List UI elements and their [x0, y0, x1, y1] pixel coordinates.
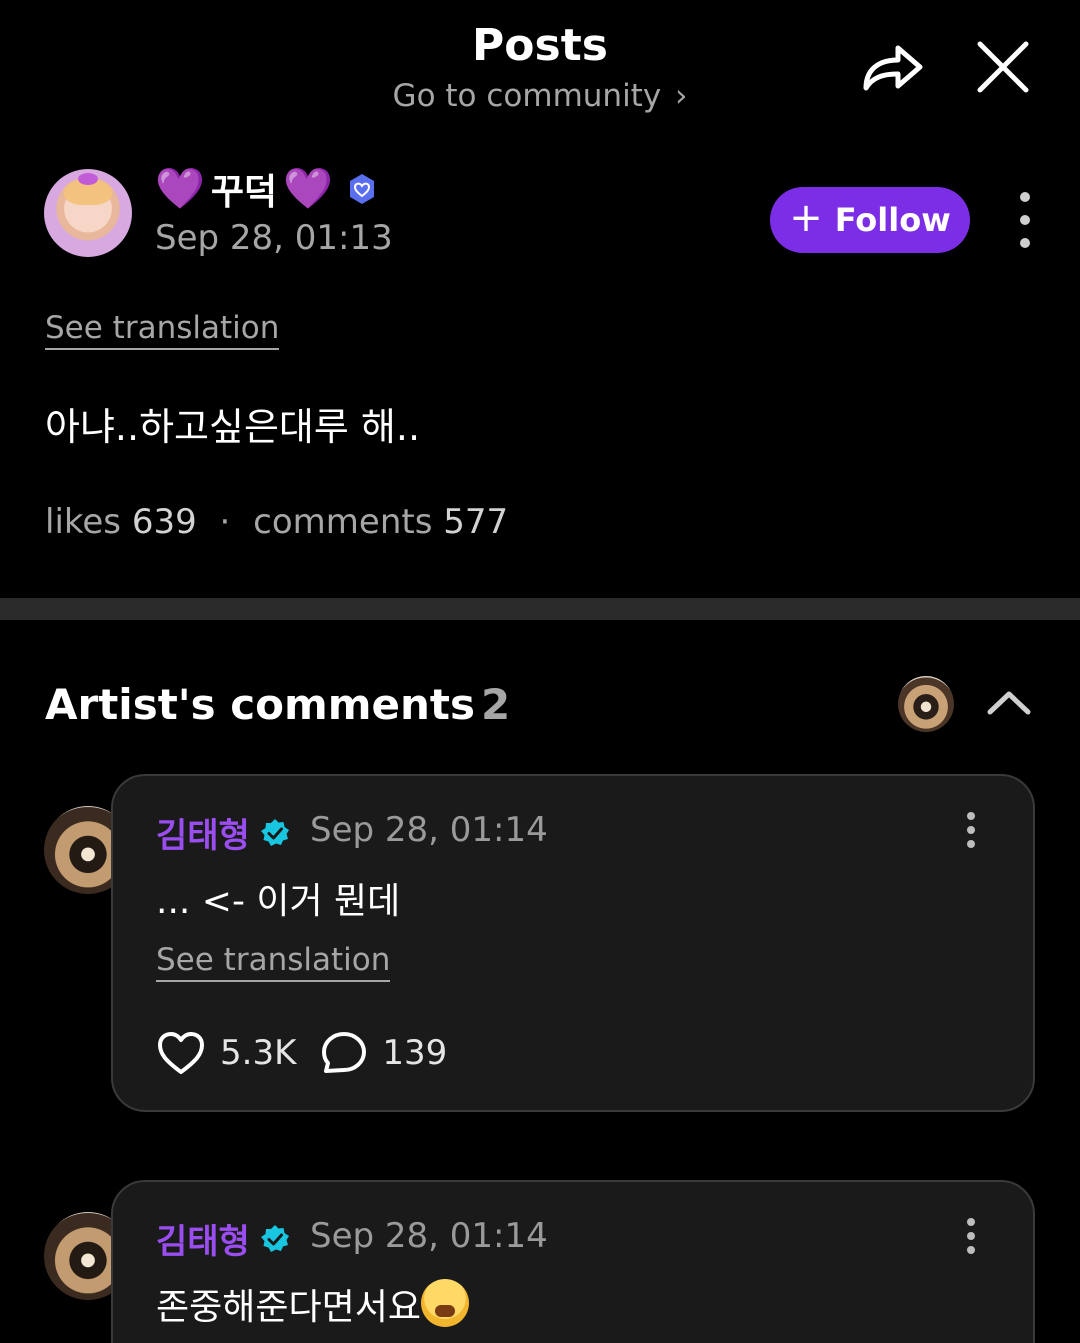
stats-separator: ·	[219, 502, 231, 542]
comment-text-content: 존중해준다면서요	[156, 1287, 421, 1328]
follow-button[interactable]: + Follow	[770, 187, 970, 253]
comment-text: ... <- 이거 뭔데	[156, 881, 401, 922]
comment-more-options-button[interactable]	[965, 812, 977, 848]
artist-mini-avatar	[898, 676, 954, 732]
heart-icon[interactable]	[156, 1030, 206, 1076]
comment-more-options-button[interactable]	[965, 1218, 977, 1254]
artist-comments-heading: Artist's comments 2	[45, 680, 510, 729]
post-stats: likes 639 · comments 577	[45, 502, 508, 542]
close-icon	[977, 41, 1029, 93]
more-dot	[1020, 215, 1030, 225]
post-more-options-button[interactable]	[1010, 192, 1040, 248]
post-timestamp: Sep 28, 01:13	[155, 218, 393, 258]
more-dot	[967, 1246, 975, 1254]
comment-author[interactable]: 김태형	[156, 808, 290, 857]
comment-actions: 5.3K 139	[156, 1030, 447, 1076]
see-translation-link[interactable]: See translation	[45, 310, 280, 350]
section-divider	[0, 598, 1080, 620]
comments-label: comments	[253, 502, 433, 542]
more-dot	[1020, 238, 1030, 248]
comment-author[interactable]: 김태형	[156, 1214, 290, 1263]
reply-bubble-icon[interactable]	[320, 1030, 368, 1076]
comment-text: 존중해준다면서요	[156, 1278, 469, 1330]
more-dot	[967, 840, 975, 848]
verified-check-icon	[260, 1224, 289, 1252]
artist-comment-card: 김태형 Sep 28, 01:14 존중해준다면서요	[111, 1180, 1035, 1343]
follow-label: Follow	[834, 201, 951, 239]
close-button[interactable]	[972, 36, 1034, 98]
verified-check-icon	[260, 818, 289, 846]
comment-timestamp: Sep 28, 01:14	[310, 810, 548, 850]
verified-heart-badge-icon	[349, 174, 374, 204]
artist-comments-title: Artist's comments	[45, 680, 475, 729]
artist-comments-count: 2	[481, 680, 511, 729]
collapse-comments-button[interactable]	[984, 684, 1034, 720]
more-dot	[967, 1232, 975, 1240]
chevron-up-icon	[987, 691, 1031, 715]
more-vertical-icon	[967, 812, 975, 820]
comment-see-translation-link[interactable]: See translation	[156, 942, 391, 982]
top-bar: Posts Go to community ›	[0, 0, 1080, 140]
author-name-text: 꾸덕	[210, 172, 278, 213]
plus-icon: +	[789, 195, 823, 241]
purple-heart-emoji: 💜	[155, 166, 205, 212]
purple-heart-emoji: 💜	[283, 166, 333, 212]
post-body-text: 아냐..하고싶은대루 해..	[45, 405, 421, 449]
likes-count: 639	[131, 502, 197, 542]
more-dot	[967, 826, 975, 834]
share-button[interactable]	[858, 36, 928, 98]
likes-label: likes	[45, 502, 122, 542]
more-vertical-icon	[1020, 192, 1030, 202]
comment-reply-count: 139	[382, 1033, 448, 1073]
community-link-label: Go to community	[392, 78, 662, 114]
comment-author-name: 김태형	[156, 816, 250, 856]
comment-author-name: 김태형	[156, 1222, 250, 1262]
more-vertical-icon	[967, 1218, 975, 1226]
comment-timestamp: Sep 28, 01:14	[310, 1216, 548, 1256]
comments-count: 577	[443, 502, 509, 542]
post-author-avatar[interactable]	[44, 169, 132, 257]
share-arrow-icon	[863, 45, 923, 91]
weary-face-emoji	[420, 1279, 469, 1327]
artist-comment-card: 김태형 Sep 28, 01:14 ... <- 이거 뭔데 See trans…	[111, 774, 1035, 1112]
chevron-right-icon: ›	[675, 78, 688, 114]
comment-like-count: 5.3K	[220, 1033, 297, 1073]
post-author-name[interactable]: 💜 꾸덕 💜	[155, 163, 379, 215]
